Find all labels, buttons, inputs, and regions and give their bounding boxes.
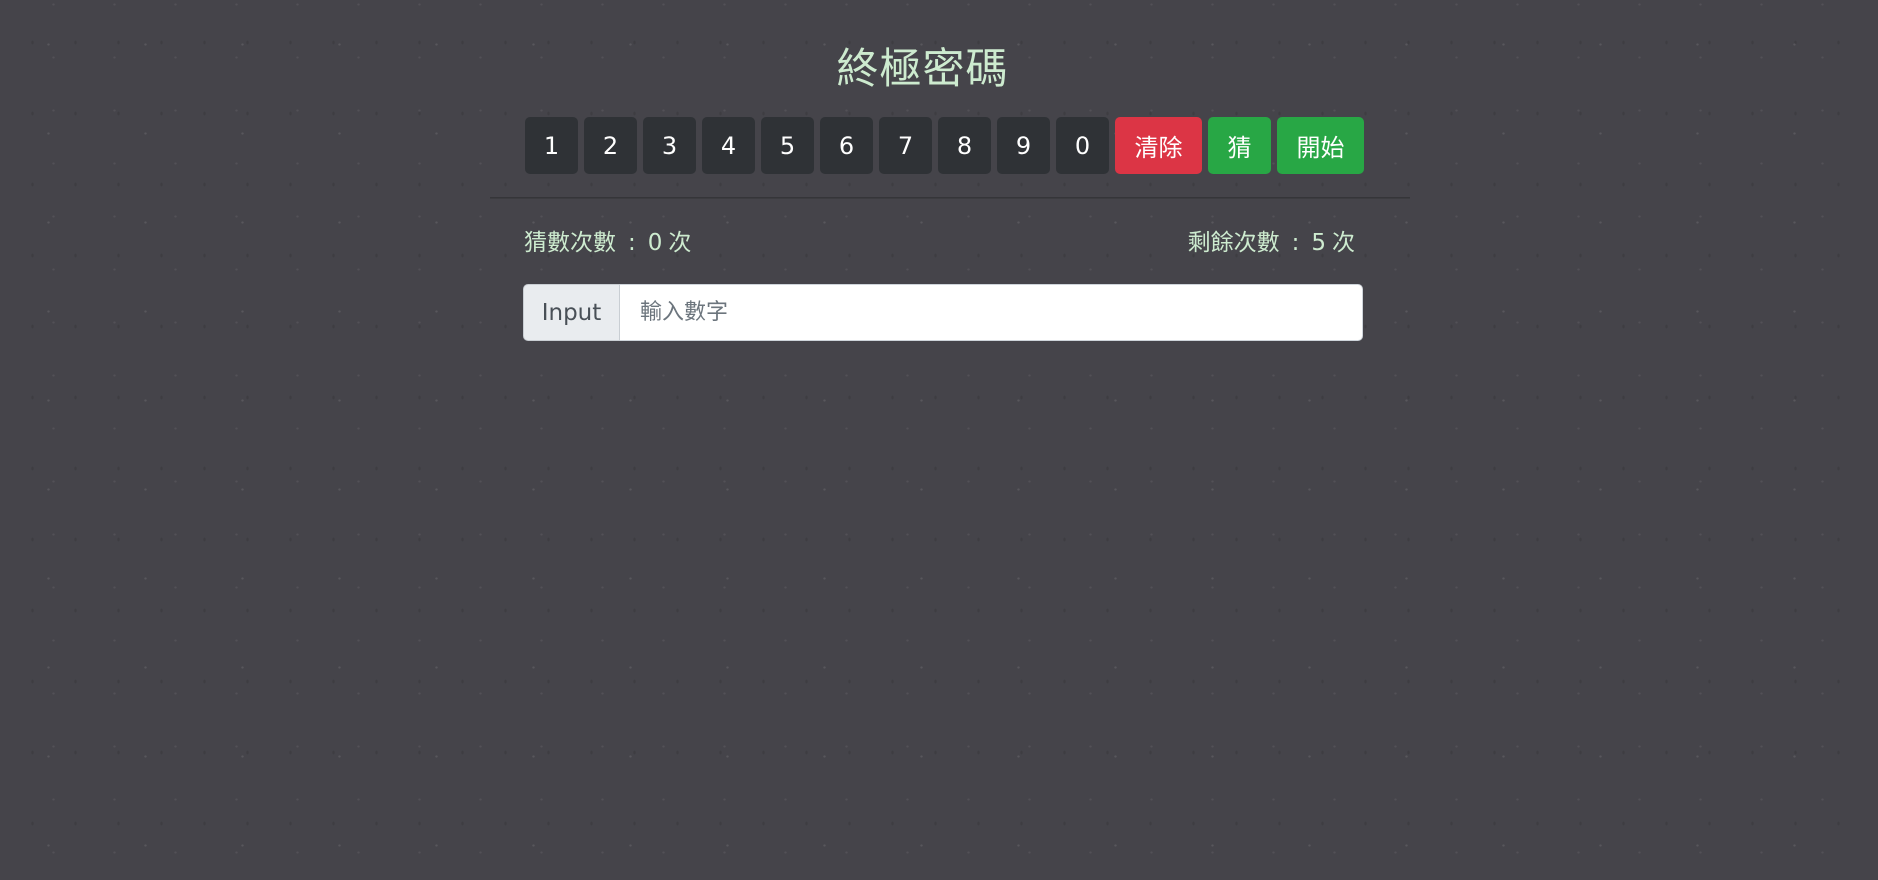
digit-button-0[interactable]: 0: [1056, 117, 1109, 174]
digit-button-2[interactable]: 2: [584, 117, 637, 174]
remaining-count-unit: 次: [1332, 230, 1355, 256]
digit-button-8[interactable]: 8: [938, 117, 991, 174]
page-title: 終極密碼: [836, 44, 1009, 93]
guess-button[interactable]: 猜: [1208, 117, 1271, 174]
guess-count-unit: 次: [668, 230, 692, 256]
digit-button-7[interactable]: 7: [879, 117, 932, 174]
digit-button-6[interactable]: 6: [820, 117, 873, 174]
guess-count-stat: 猜數次數:0 次: [524, 226, 691, 260]
digit-button-9[interactable]: 9: [997, 117, 1050, 174]
guess-count-separator: :: [628, 230, 636, 256]
digit-button-5[interactable]: 5: [761, 117, 814, 174]
remaining-count-label: 剩餘次數: [1187, 230, 1280, 256]
input-label: Input: [523, 284, 620, 341]
remaining-count-separator: :: [1291, 230, 1300, 256]
guess-count-label: 猜數次數: [524, 230, 616, 256]
digit-button-3[interactable]: 3: [643, 117, 696, 174]
keypad: 1 2 3 4 5 6 7 8 9 0 清除 猜 開始: [525, 117, 1364, 174]
guess-count-value: 0: [647, 230, 663, 256]
digit-button-1[interactable]: 1: [525, 117, 578, 174]
clear-button[interactable]: 清除: [1115, 117, 1202, 174]
start-button[interactable]: 開始: [1277, 117, 1364, 174]
divider: [490, 197, 1410, 199]
number-input-group: Input: [523, 284, 1363, 341]
digit-button-4[interactable]: 4: [702, 117, 755, 174]
remaining-count-stat: 剩餘次數:5 次: [1188, 226, 1355, 260]
remaining-count-value: 5: [1311, 230, 1326, 256]
number-input[interactable]: [620, 284, 1363, 341]
